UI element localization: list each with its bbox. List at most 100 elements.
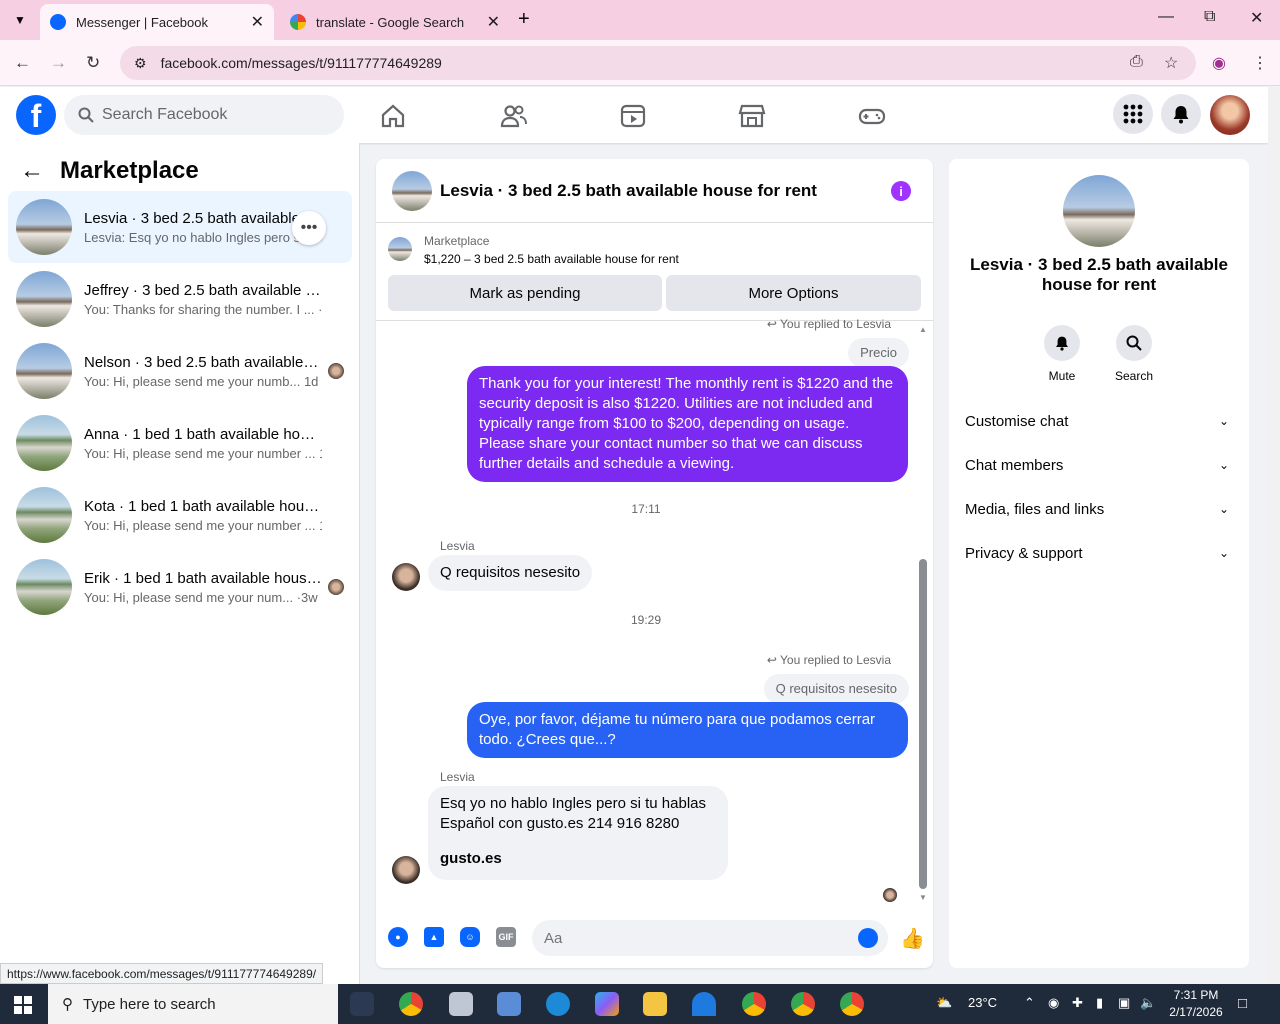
quoted-message[interactable]: Precio	[848, 338, 909, 368]
chat-avatar[interactable]	[392, 170, 432, 211]
photo-icon[interactable]: ▲	[424, 927, 444, 947]
details-title: Lesvia · 3 bed 2.5 bath available house …	[970, 255, 1228, 294]
restore-icon[interactable]: ⧉	[1204, 8, 1215, 26]
link-preview-domain[interactable]: gusto.es	[440, 849, 716, 869]
message-input-box[interactable]	[532, 920, 888, 956]
more-options-button[interactable]: More Options	[666, 275, 921, 311]
chrome-profile-icon[interactable]	[791, 992, 815, 1016]
listing-detail[interactable]: $1,220 – 3 bed 2.5 bath available house …	[424, 252, 679, 266]
incoming-message[interactable]: Q requisitos nesesito	[428, 555, 593, 591]
reload-icon[interactable]: ↻	[86, 53, 100, 73]
forward-arrow-icon[interactable]: →	[50, 53, 67, 73]
listing-avatar[interactable]	[1063, 175, 1135, 247]
tray-overflow-icon[interactable]: ⌃	[1024, 995, 1035, 1011]
section-media-files-links[interactable]: Media, files and links ⌄	[965, 487, 1233, 531]
close-window-icon[interactable]: ✕	[1250, 8, 1263, 28]
conversation-item-anna[interactable]: Anna · 1 bed 1 bath available house for …	[8, 407, 352, 479]
conversation-item-jeffrey[interactable]: Jeffrey · 3 bed 2.5 bath available house…	[8, 263, 352, 335]
mute-button[interactable]: Mute	[1032, 325, 1092, 383]
copilot-app-icon[interactable]	[595, 992, 619, 1016]
sender-avatar[interactable]	[392, 563, 420, 591]
task-view-icon[interactable]	[350, 992, 374, 1016]
section-privacy-support[interactable]: Privacy & support ⌄	[965, 531, 1233, 575]
message-scrollbar[interactable]: ▲ ▼	[919, 325, 927, 902]
scroll-down-icon[interactable]: ▼	[919, 893, 927, 902]
facebook-search-box[interactable]	[64, 95, 344, 135]
image-viewer-icon[interactable]	[497, 992, 521, 1016]
windows-start-icon[interactable]	[14, 996, 32, 1014]
tray-icon[interactable]: ▮	[1096, 995, 1103, 1011]
close-tab-icon[interactable]: ✕	[251, 12, 264, 32]
video-icon[interactable]	[618, 101, 648, 131]
tab-translate[interactable]: translate - Google Search ✕	[280, 4, 510, 40]
section-customise-chat[interactable]: Customise chat ⌄	[965, 399, 1233, 443]
search-in-chat-button[interactable]: Search	[1104, 325, 1164, 383]
url-omnibox[interactable]: ⚙ facebook.com/messages/t/91117777464928…	[120, 46, 1196, 80]
close-tab-icon[interactable]: ✕	[487, 12, 500, 32]
section-chat-members[interactable]: Chat members ⌄	[965, 443, 1233, 487]
scroll-up-icon[interactable]: ▲	[919, 325, 927, 334]
emoji-icon[interactable]	[858, 928, 878, 948]
new-tab-icon[interactable]: +	[518, 8, 530, 31]
weather-icon[interactable]: ⛅	[936, 995, 952, 1011]
volume-icon[interactable]: 🔈	[1140, 995, 1156, 1011]
facebook-logo-icon[interactable]: f	[16, 95, 56, 135]
conversation-item-nelson[interactable]: Nelson · 3 bed 2.5 bath available house …	[8, 335, 352, 407]
chrome-app-icon[interactable]	[399, 992, 423, 1016]
tab-search-button[interactable]: ▼	[8, 8, 32, 32]
conversation-item-lesvia[interactable]: Lesvia · 3 bed 2.5 bath available house …	[8, 191, 352, 263]
chat-title[interactable]: Lesvia · 3 bed 2.5 bath available house …	[440, 181, 817, 201]
edge-app-icon[interactable]	[546, 992, 570, 1016]
network-icon[interactable]: ▣	[1118, 995, 1130, 1011]
marketplace-icon[interactable]	[737, 101, 767, 131]
conversation-item-kota[interactable]: Kota · 1 bed 1 bath available house for …	[8, 479, 352, 551]
back-arrow-icon[interactable]: ←	[20, 157, 44, 185]
tab-messenger[interactable]: Messenger | Facebook ✕	[40, 4, 274, 40]
profile-icon[interactable]: ◉	[1212, 53, 1226, 73]
tray-icon[interactable]: ✚	[1072, 995, 1083, 1011]
temperature[interactable]: 23°C	[968, 995, 997, 1010]
taskbar-search-box[interactable]: ⚲ Type here to search	[48, 984, 338, 1024]
outgoing-message[interactable]: Oye, por favor, déjame tu número para qu…	[467, 702, 908, 758]
file-explorer-icon[interactable]	[643, 992, 667, 1016]
gaming-icon[interactable]	[857, 101, 887, 131]
page-scrollbar[interactable]	[1268, 87, 1280, 984]
info-icon[interactable]: i	[891, 181, 911, 201]
microphone-icon[interactable]: ●	[388, 927, 408, 947]
facebook-search-input[interactable]	[102, 106, 322, 124]
menu-grid-icon[interactable]	[1113, 94, 1153, 134]
notifications-bell-icon[interactable]	[1161, 94, 1201, 134]
bookmark-star-icon[interactable]: ☆	[1164, 53, 1178, 73]
site-info-icon[interactable]: ⚙	[134, 55, 147, 72]
minimize-icon[interactable]: —	[1158, 8, 1174, 26]
back-arrow-icon[interactable]: ←	[14, 53, 31, 73]
app-icon[interactable]	[449, 992, 473, 1016]
app-icon[interactable]	[692, 992, 716, 1016]
quoted-message[interactable]: Q requisitos nesesito	[763, 674, 909, 704]
gif-icon[interactable]: GIF	[496, 927, 516, 947]
chrome-profile-icon[interactable]	[840, 992, 864, 1016]
chrome-profile-icon[interactable]	[742, 992, 766, 1016]
kebab-menu-icon[interactable]: ⋮	[1252, 53, 1268, 73]
scrollbar-thumb[interactable]	[919, 559, 927, 889]
friends-icon[interactable]	[498, 101, 528, 131]
tray-icon[interactable]: ◉	[1048, 995, 1059, 1011]
outgoing-message[interactable]: Thank you for your interest! The monthly…	[467, 366, 908, 482]
mark-as-pending-button[interactable]: Mark as pending	[388, 275, 662, 311]
notification-center-icon[interactable]: □	[1238, 995, 1247, 1012]
sender-avatar[interactable]	[392, 856, 420, 884]
thumbs-up-icon[interactable]: 👍	[900, 926, 925, 951]
sender-name: Lesvia	[440, 539, 475, 553]
mute-label: Mute	[1048, 369, 1076, 383]
message-input[interactable]	[544, 929, 844, 947]
conversation-item-erik[interactable]: Erik · 1 bed 1 bath available house for …	[8, 551, 352, 623]
home-icon[interactable]	[378, 101, 408, 131]
sticker-icon[interactable]: ☺	[460, 927, 480, 947]
install-app-icon[interactable]: ⎙	[1130, 53, 1143, 71]
reply-note: ↩ You replied to Lesvia	[766, 317, 891, 331]
more-options-icon[interactable]: •••	[292, 211, 326, 245]
account-avatar[interactable]	[1210, 95, 1250, 135]
incoming-message[interactable]: Esq yo no hablo Ingles pero si tu hablas…	[428, 786, 728, 880]
system-clock[interactable]: 7:31 PM 2/17/2026	[1164, 987, 1228, 1021]
search-icon	[78, 107, 94, 123]
